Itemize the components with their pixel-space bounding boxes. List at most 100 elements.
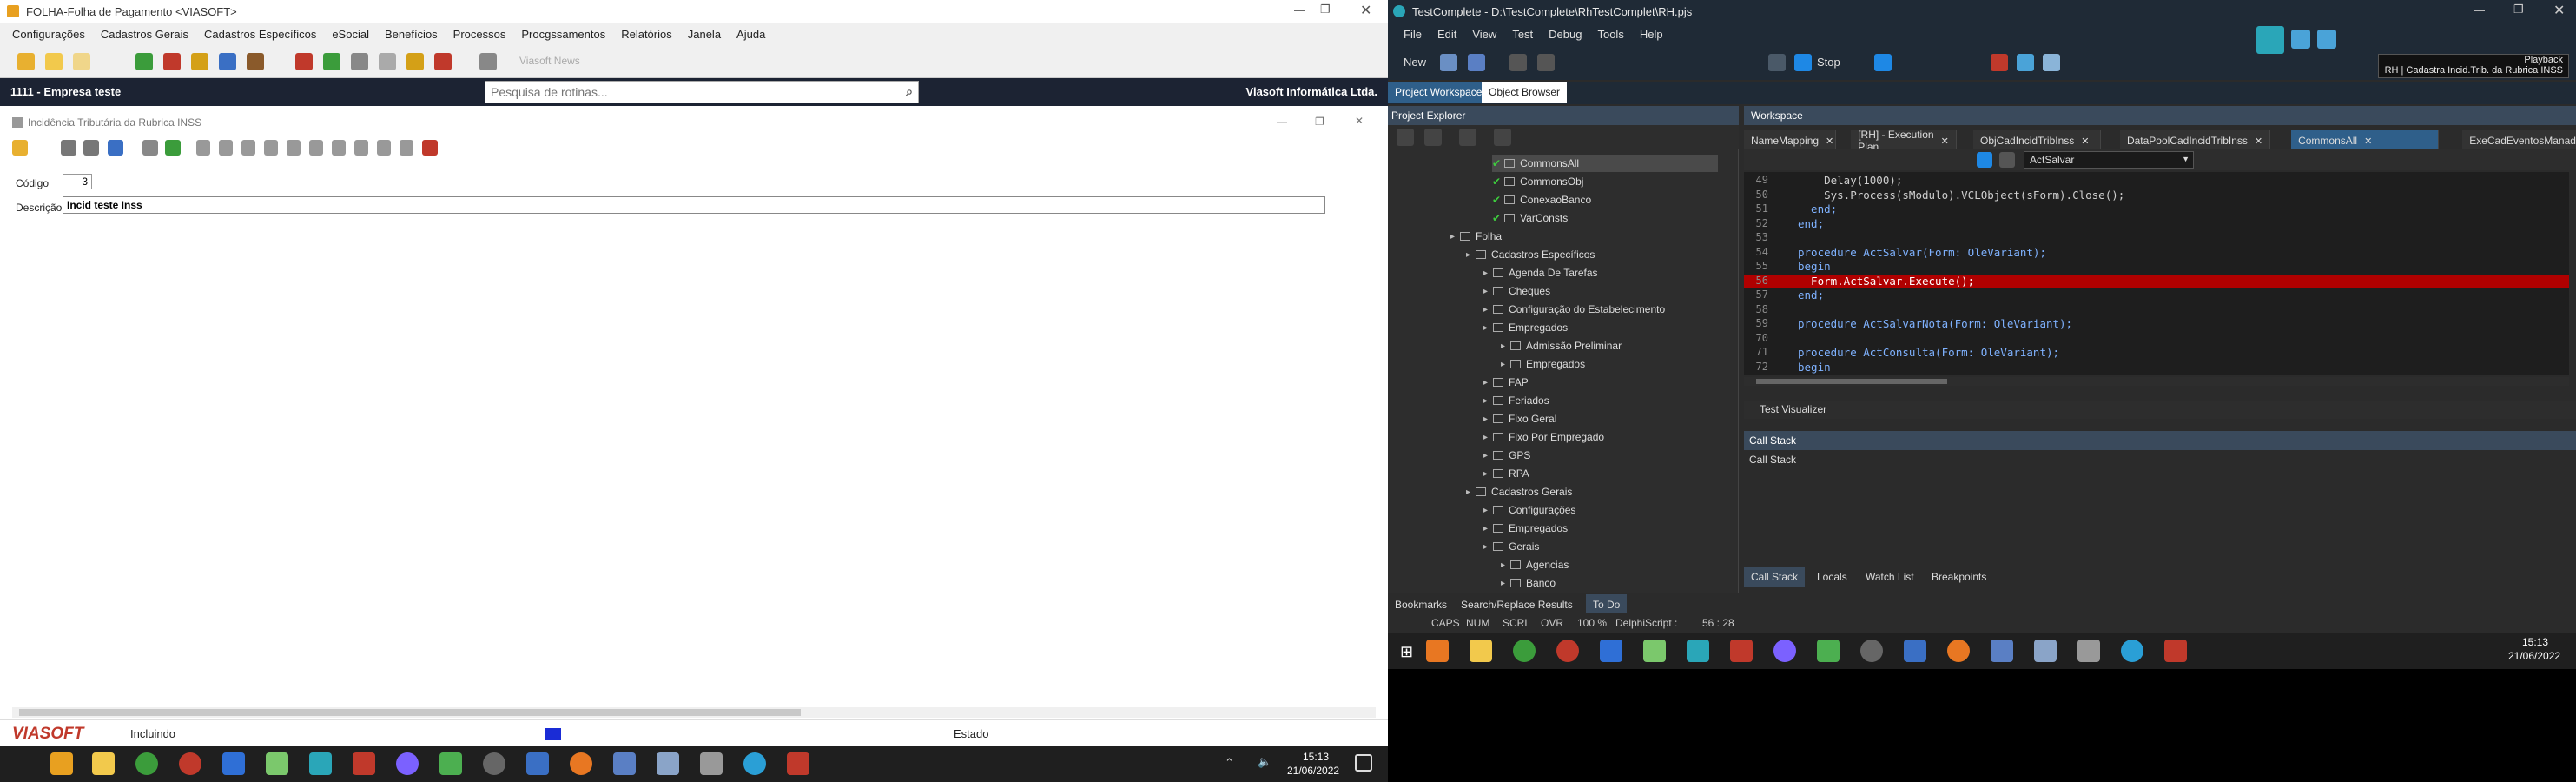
edge-icon[interactable]	[2121, 640, 2143, 662]
start-app-icon[interactable]	[1426, 640, 1449, 662]
testcomplete-task-icon[interactable]	[309, 752, 332, 775]
next-record-icon[interactable]	[241, 140, 255, 156]
tree-item[interactable]: ▸ Fixo Geral	[1483, 410, 1556, 427]
refresh-icon[interactable]	[287, 140, 301, 156]
code-line[interactable]: 72 begin	[1744, 361, 2569, 374]
tree-item[interactable]: ▸ Configuração do Estabelecimento	[1483, 301, 1665, 318]
editor-tab[interactable]: [RH] - Execution Plan ✕	[1851, 129, 1957, 153]
github-icon[interactable]	[396, 752, 419, 775]
open-icon[interactable]	[1440, 54, 1457, 71]
bottom-tab[interactable]: Call Stack	[1744, 567, 1806, 587]
menu-esocial[interactable]: eSocial	[332, 28, 369, 41]
left-bottom-tab[interactable]: Bookmarks	[1388, 594, 1455, 615]
stop-button[interactable]: Stop	[1817, 56, 1840, 69]
tree-item[interactable]: ▸ FAP	[1483, 374, 1529, 391]
key-icon[interactable]	[379, 53, 396, 70]
calculator-icon[interactable]	[191, 53, 208, 70]
filter-clear-icon[interactable]	[332, 140, 346, 156]
menu-edit[interactable]: Edit	[1437, 28, 1456, 41]
close-icon[interactable]: ✕	[1360, 2, 1371, 19]
code-h-scrollbar[interactable]	[1744, 377, 2569, 386]
tab-close-icon[interactable]: ✕	[1826, 136, 1833, 147]
expand-arrow-icon[interactable]: ▸	[1483, 542, 1488, 552]
app-icon-5[interactable]	[613, 752, 636, 775]
tree-item[interactable]: ▸ Empregados	[1501, 355, 1585, 373]
expand-arrow-icon[interactable]: ▸	[1466, 487, 1470, 497]
tree-item[interactable]: ▸ Agenda De Tarefas	[1483, 264, 1598, 282]
routine-search-input[interactable]	[485, 82, 885, 103]
tree-item[interactable]: ▸ Empregados	[1483, 319, 1568, 336]
checklist-icon[interactable]	[422, 140, 438, 156]
editor-tab[interactable]: CommonsAll ✕	[2291, 130, 2439, 151]
pause-playback-icon[interactable]	[2291, 30, 2310, 49]
notification-icon[interactable]	[1355, 754, 1372, 772]
app-icon-4[interactable]	[1947, 640, 1970, 662]
user-icon[interactable]	[295, 53, 313, 70]
code-line[interactable]: 50 Sys.Process(sModulo).VCLObject(sForm)…	[1744, 189, 2569, 202]
app-icon-3[interactable]	[1904, 640, 1926, 662]
subwindow-minimize-icon[interactable]: —	[1277, 116, 1287, 128]
clock-date[interactable]: 21/06/2022	[1287, 765, 1339, 777]
tree-item[interactable]: ▸ Fixo Por Empregado	[1483, 428, 1604, 446]
paint-icon[interactable]	[1600, 640, 1622, 662]
expand-arrow-icon[interactable]: ▸	[1483, 469, 1488, 479]
menu-help[interactable]: Help	[1640, 28, 1663, 41]
print-icon[interactable]	[354, 140, 368, 156]
filter-icon[interactable]	[309, 140, 323, 156]
process-icon[interactable]	[351, 53, 368, 70]
restore-icon[interactable]: ❐	[1320, 3, 1331, 17]
app-icon-5[interactable]	[1991, 640, 2013, 662]
tree-item[interactable]: ▸ GPS	[1483, 447, 1530, 464]
users-icon[interactable]	[163, 53, 181, 70]
play-icon[interactable]	[1537, 54, 1555, 71]
debug-icon[interactable]	[2017, 54, 2034, 71]
gear-icon[interactable]	[323, 53, 340, 70]
code-h-thumb[interactable]	[1756, 379, 1947, 384]
code-line[interactable]: 51 end;	[1744, 202, 2569, 216]
pe-tool-1-icon[interactable]	[1397, 129, 1414, 146]
app-icon-4[interactable]	[570, 752, 592, 775]
app-icon-7[interactable]	[787, 752, 809, 775]
menu-cadastros-gerais[interactable]: Cadastros Gerais	[101, 28, 188, 41]
tree-item[interactable]: ▸ Empregados	[1483, 520, 1568, 537]
folder-icon[interactable]	[17, 53, 35, 70]
code-line[interactable]: 54 procedure ActSalvar(Form: OleVariant);	[1744, 246, 2569, 260]
grid-icon[interactable]	[61, 140, 76, 156]
bug-icon[interactable]	[1991, 54, 2008, 71]
menu-processos[interactable]: Processos	[453, 28, 506, 41]
menu-tools[interactable]: Tools	[1597, 28, 1623, 41]
app-icon-7[interactable]	[2164, 640, 2187, 662]
routine-search[interactable]: ⌕	[485, 81, 919, 103]
redapp-icon[interactable]	[353, 752, 375, 775]
expand-arrow-icon[interactable]: ▸	[1483, 287, 1488, 296]
expand-arrow-icon[interactable]: ▸	[1450, 232, 1455, 242]
record-icon[interactable]	[1509, 54, 1527, 71]
expand-arrow-icon[interactable]: ▸	[1501, 341, 1505, 351]
tree-item[interactable]: ▸ Configurações	[1483, 501, 1575, 519]
editor-tab[interactable]: NameMapping ✕	[1744, 130, 1836, 151]
bottom-tab[interactable]: Watch List	[1859, 567, 1921, 587]
clock-date[interactable]: 21/06/2022	[2508, 650, 2560, 662]
code-line[interactable]: 59 procedure ActSalvarNota(Form: OleVaria…	[1744, 317, 2569, 331]
code-line[interactable]: 71 procedure ActConsulta(Form: OleVariant…	[1744, 346, 2569, 360]
expand-arrow-icon[interactable]: ▸	[1483, 524, 1488, 533]
tree-item[interactable]: ✔ VarConsts	[1492, 209, 1568, 227]
edit-icon[interactable]	[83, 140, 99, 156]
menu-processamentos[interactable]: Procgssamentos	[521, 28, 605, 41]
new-button[interactable]: New	[1404, 56, 1426, 69]
document-icon[interactable]	[73, 53, 90, 70]
save-icon[interactable]	[108, 140, 123, 156]
tree-item[interactable]: ▸ Cadastros Específicos	[1466, 246, 1595, 263]
stop-playback-icon[interactable]	[2317, 30, 2336, 49]
expand-arrow-icon[interactable]: ▸	[1483, 396, 1488, 406]
codigo-field[interactable]	[63, 174, 92, 189]
forward-icon[interactable]	[1999, 152, 2015, 168]
tree-item[interactable]: ▸ Feriados	[1483, 392, 1549, 409]
expand-arrow-icon[interactable]: ▸	[1483, 451, 1488, 461]
code-line[interactable]: 52 end;	[1744, 217, 2569, 231]
new-record-icon[interactable]	[12, 140, 28, 156]
expand-arrow-icon[interactable]: ▸	[1501, 360, 1505, 369]
tree-item[interactable]: ▸ Banco	[1501, 574, 1556, 592]
tree-item[interactable]: ✔ CommonsObj	[1492, 173, 1583, 190]
bottom-tab[interactable]: Breakpoints	[1925, 567, 1994, 587]
